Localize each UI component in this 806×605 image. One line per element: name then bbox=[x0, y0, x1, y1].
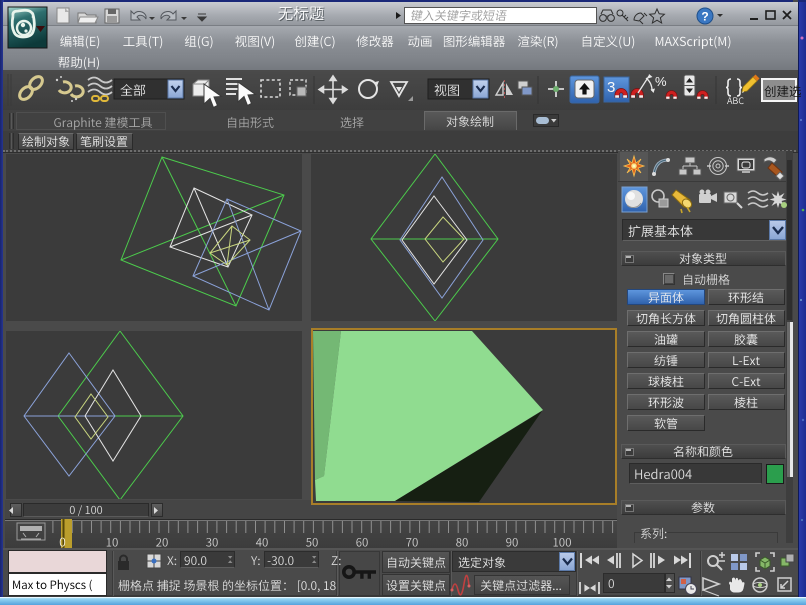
svg-text:3: 3 bbox=[607, 79, 615, 96]
svg-text:%: % bbox=[655, 74, 667, 89]
svg-text:?: ? bbox=[701, 10, 708, 24]
